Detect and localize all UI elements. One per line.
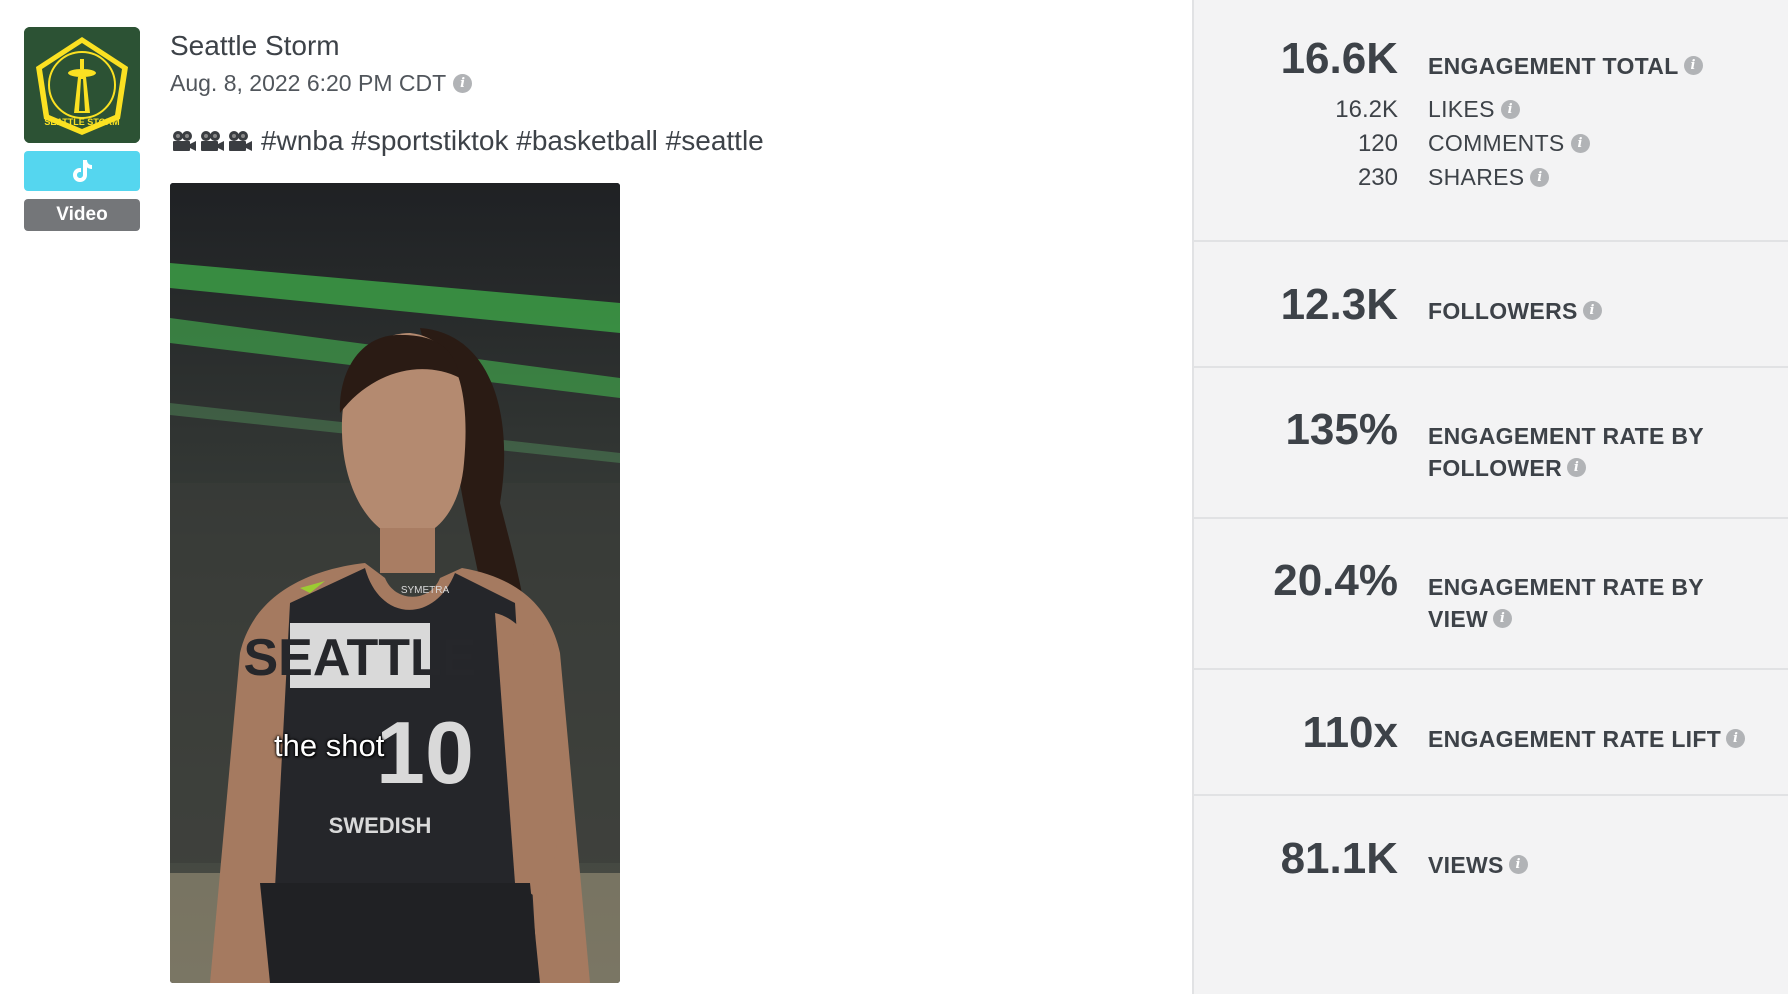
metric-engagement-rate-follower: 135% ENGAGEMENT RATE BY FOLLOWER i — [1194, 368, 1788, 519]
followers-value: 12.3K — [1280, 280, 1398, 329]
seattle-storm-logo: SEATTLE STORM — [24, 27, 140, 143]
er-follower-value: 135% — [1285, 405, 1398, 454]
info-icon[interactable]: i — [1492, 609, 1512, 629]
likes-label-text: LIKES — [1428, 96, 1495, 122]
comments-row: 120 COMMENTS i — [1194, 130, 1788, 160]
er-view-label-line2: VIEW — [1428, 606, 1488, 632]
info-icon[interactable]: i — [1508, 855, 1528, 875]
er-view-value: 20.4% — [1273, 556, 1398, 605]
views-label: VIEWS i — [1428, 849, 1528, 881]
er-follower-label-line2: FOLLOWER — [1428, 455, 1562, 481]
info-icon[interactable]: i — [1726, 729, 1746, 749]
likes-value: 16.2K — [1335, 96, 1398, 123]
shares-label: SHARES i — [1428, 164, 1550, 191]
engagement-total-label: ENGAGEMENT TOTAL i — [1428, 50, 1703, 82]
metric-engagement-rate-view: 20.4% ENGAGEMENT RATE BY VIEW i — [1194, 519, 1788, 670]
comments-value: 120 — [1357, 130, 1398, 157]
info-icon[interactable]: i — [453, 74, 473, 93]
movie-camera-icon — [229, 130, 252, 151]
likes-row: 16.2K LIKES i — [1194, 96, 1788, 126]
er-lift-label-text: ENGAGEMENT RATE LIFT — [1428, 726, 1722, 752]
info-icon[interactable]: i — [1570, 134, 1590, 153]
views-label-text: VIEWS — [1428, 852, 1504, 878]
post-type-badge: Video — [24, 199, 140, 231]
shares-row: 230 SHARES i — [1194, 164, 1788, 194]
thumbnail-caption: the shot — [274, 728, 385, 763]
svg-text:10: 10 — [376, 703, 474, 802]
info-icon[interactable]: i — [1530, 168, 1550, 187]
tiktok-icon — [73, 160, 92, 182]
er-lift-label: ENGAGEMENT RATE LIFT i — [1428, 723, 1746, 755]
likes-label: LIKES i — [1428, 96, 1520, 123]
metrics-panel: 16.6K ENGAGEMENT TOTAL i 16.2K LIKES i 120… — [1192, 0, 1788, 994]
shares-value: 230 — [1357, 164, 1398, 191]
movie-camera-icon — [201, 130, 224, 151]
svg-text:SWEDISH: SWEDISH — [329, 813, 432, 838]
post-caption: #wnba #sportstiktok #basketball #seattle — [170, 125, 764, 157]
tiktok-network-badge — [24, 151, 140, 191]
thumbnail-image: SEATTLE 10 SWEDISH SYMETRA — [170, 183, 620, 983]
metric-followers: 12.3K FOLLOWERS i — [1194, 242, 1788, 368]
svg-text:SEATTLE: SEATTLE — [243, 629, 476, 687]
shares-label-text: SHARES — [1428, 164, 1525, 190]
metric-views: 81.1K VIEWS i — [1194, 796, 1788, 994]
info-icon[interactable]: i — [1582, 301, 1602, 321]
er-view-label: ENGAGEMENT RATE BY VIEW i — [1428, 571, 1704, 635]
er-follower-label-line1: ENGAGEMENT RATE BY — [1428, 423, 1704, 449]
er-follower-label: ENGAGEMENT RATE BY FOLLOWER i — [1428, 420, 1704, 484]
er-follower-label-line2-row: FOLLOWER i — [1428, 452, 1704, 484]
er-view-label-line1: ENGAGEMENT RATE BY — [1428, 574, 1704, 600]
caption-emojis — [170, 128, 253, 155]
engagement-total-label-text: ENGAGEMENT TOTAL — [1428, 53, 1679, 79]
movie-camera-icon — [173, 130, 196, 151]
video-thumbnail[interactable]: SEATTLE 10 SWEDISH SYMETRA the shot — [170, 183, 620, 983]
svg-text:SEATTLE STORM: SEATTLE STORM — [44, 117, 119, 127]
post-panel: SEATTLE STORM Video Seattle Storm Aug. 8… — [0, 0, 1192, 994]
info-icon[interactable]: i — [1567, 458, 1586, 478]
er-lift-value: 110x — [1302, 708, 1398, 757]
followers-label: FOLLOWERS i — [1428, 295, 1602, 327]
info-icon[interactable]: i — [1500, 100, 1520, 119]
info-icon[interactable]: i — [1683, 56, 1703, 76]
svg-text:SYMETRA: SYMETRA — [401, 585, 450, 596]
views-value: 81.1K — [1280, 834, 1398, 883]
account-avatar[interactable]: SEATTLE STORM — [24, 27, 140, 143]
post-date-row: Aug. 8, 2022 6:20 PM CDT i — [170, 70, 473, 97]
metric-engagement-rate-lift: 110x ENGAGEMENT RATE LIFT i — [1194, 670, 1788, 796]
caption-text: #wnba #sportstiktok #basketball #seattle — [261, 125, 764, 156]
comments-label-text: COMMENTS — [1428, 130, 1565, 156]
followers-label-text: FOLLOWERS — [1428, 298, 1578, 324]
comments-label: COMMENTS i — [1428, 130, 1590, 157]
engagement-total-value: 16.6K — [1280, 34, 1398, 83]
metric-engagement-total: 16.6K ENGAGEMENT TOTAL i 16.2K LIKES i 120… — [1194, 0, 1788, 242]
account-name[interactable]: Seattle Storm — [170, 30, 340, 62]
post-date: Aug. 8, 2022 6:20 PM CDT — [170, 70, 447, 96]
er-view-label-line2-row: VIEW i — [1428, 603, 1704, 635]
